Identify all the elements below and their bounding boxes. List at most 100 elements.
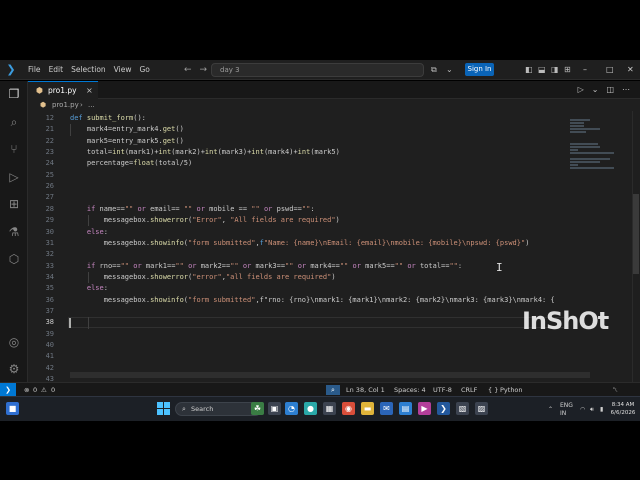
menu-view[interactable]: View: [110, 60, 136, 80]
menu-selection[interactable]: Selection: [67, 60, 110, 80]
warnings-count[interactable]: 0: [51, 383, 55, 397]
mail-icon[interactable]: ✉: [380, 402, 393, 415]
code-line[interactable]: 22 mark5=entry_mark5.get(): [28, 136, 608, 147]
battery-icon[interactable]: ▮: [600, 397, 603, 421]
close-window-icon[interactable]: ✕: [627, 60, 634, 80]
more-actions-icon[interactable]: ⋯: [622, 81, 630, 99]
volume-icon[interactable]: 🔊︎: [590, 397, 594, 421]
code-line[interactable]: 29 messagebox.showerror("Error", "All fi…: [28, 215, 608, 226]
code-line[interactable]: 23 total=int(mark1)+int(mark2)+int(mark3…: [28, 147, 608, 158]
toggle-secondary-sidebar-icon[interactable]: ◨: [551, 63, 559, 77]
toggle-panel-icon[interactable]: ⬓: [538, 63, 546, 77]
code-line[interactable]: 40: [28, 340, 608, 351]
line-code[interactable]: else:: [70, 227, 108, 238]
sign-in-button[interactable]: Sign In: [465, 63, 494, 76]
customize-layout-icon[interactable]: ⊞: [564, 63, 571, 77]
code-line[interactable]: 28 if name=="" or email== "" or mobile =…: [28, 204, 608, 215]
code-line[interactable]: 25: [28, 170, 608, 181]
errors-count[interactable]: 0: [33, 383, 37, 397]
gear-icon[interactable]: ⚙: [6, 361, 22, 377]
line-code[interactable]: total=int(mark1)+int(mark2)+int(mark3)+i…: [70, 147, 340, 158]
line-code[interactable]: messagebox.showinfo("form submitted",f"N…: [70, 238, 530, 249]
line-code[interactable]: messagebox.showinfo("form submitted",f"r…: [70, 295, 555, 306]
wifi-icon[interactable]: ◠: [580, 397, 585, 421]
code-line[interactable]: 12 def submit_form():: [28, 113, 608, 124]
app-icon[interactable]: ▨: [475, 402, 488, 415]
app-icon[interactable]: ▧: [456, 402, 469, 415]
breadcrumb-ellipsis[interactable]: ...: [88, 99, 95, 111]
code-line[interactable]: 35 else:: [28, 283, 608, 294]
vscode-taskbar-icon[interactable]: ❯: [437, 402, 450, 415]
code-line[interactable]: 33 if rno=="" or mark1=="" or mark2=="" …: [28, 261, 608, 272]
forward-arrow-icon[interactable]: →: [200, 60, 208, 80]
code-line[interactable]: 24 percentage=float(total/5): [28, 158, 608, 169]
code-line[interactable]: 32: [28, 249, 608, 260]
code-line[interactable]: 41: [28, 351, 608, 362]
warning-icon[interactable]: ⚠: [41, 383, 47, 397]
chevron-down-icon[interactable]: ⌄: [446, 63, 453, 77]
toggle-sidebar-icon[interactable]: ◧: [525, 63, 533, 77]
errors-icon[interactable]: ⊗: [24, 383, 29, 397]
code-line[interactable]: 21 mark4=entry_mark4.get(): [28, 124, 608, 135]
code-line[interactable]: 26: [28, 181, 608, 192]
horizontal-scrollbar[interactable]: [70, 372, 590, 378]
line-code[interactable]: percentage=float(total/5): [70, 158, 192, 169]
store-icon[interactable]: ▤: [399, 402, 412, 415]
line-code[interactable]: if name=="" or email== "" or mobile == "…: [70, 204, 315, 215]
line-code[interactable]: else:: [70, 283, 108, 294]
chevron-down-icon[interactable]: ⌄: [592, 81, 599, 99]
line-code[interactable]: def submit_form():: [70, 113, 146, 124]
code-editor[interactable]: 12 def submit_form(): 21 mark4=entry_mark4…: [28, 111, 640, 382]
code-line[interactable]: 39: [28, 329, 608, 340]
tray-chevron-icon[interactable]: ⌃: [548, 397, 553, 421]
chrome-icon[interactable]: ◉: [342, 402, 355, 415]
code-line[interactable]: 36 messagebox.showinfo("form submitted",…: [28, 295, 608, 306]
account-icon[interactable]: ◎: [6, 334, 22, 350]
split-editor-icon[interactable]: ◫: [606, 81, 614, 99]
menu-file[interactable]: File: [24, 60, 45, 80]
code-line[interactable]: 34 messagebox.showerror("error","all fie…: [28, 272, 608, 283]
python-icon[interactable]: ⬡: [6, 251, 22, 267]
braces-icon[interactable]: { }: [488, 383, 498, 397]
widgets-icon[interactable]: ■: [6, 402, 19, 415]
language-indicator[interactable]: ENG IN: [560, 402, 573, 418]
bell-icon[interactable]: ␇: [613, 383, 618, 397]
minimap[interactable]: [564, 111, 632, 382]
line-code[interactable]: messagebox.showerror("error","all fields…: [70, 272, 336, 283]
media-icon[interactable]: ▶: [418, 402, 431, 415]
line-code[interactable]: mark5=entry_mark5.get(): [70, 136, 184, 147]
testing-icon[interactable]: ⚗: [6, 224, 22, 240]
close-tab-icon[interactable]: ×: [86, 82, 93, 100]
cursor-position[interactable]: Ln 38, Col 1: [346, 383, 385, 397]
line-code[interactable]: mark4=entry_mark4.get(): [70, 124, 184, 135]
encoding[interactable]: UTF-8: [433, 383, 452, 397]
back-arrow-icon[interactable]: ←: [184, 60, 192, 80]
run-debug-icon[interactable]: ▷: [6, 169, 22, 185]
maximize-icon[interactable]: □: [606, 60, 614, 80]
line-endings[interactable]: CRLF: [461, 383, 477, 397]
code-line[interactable]: 27: [28, 192, 608, 203]
breadcrumb-file[interactable]: pro1.py: [52, 99, 79, 111]
language-mode[interactable]: Python: [500, 383, 523, 397]
tab-pro1-py[interactable]: ⬢ pro1.py ×: [28, 81, 98, 99]
source-control-icon[interactable]: ⑂: [6, 141, 22, 157]
explorer-icon[interactable]: ❐: [6, 86, 22, 102]
search-icon[interactable]: ⌕: [6, 114, 22, 130]
zoom-search-icon[interactable]: ⌕: [326, 385, 340, 395]
extensions-icon[interactable]: ⊞: [6, 196, 22, 212]
clock[interactable]: 8:34 AM 6/6/2026: [608, 401, 638, 417]
start-button-icon[interactable]: [157, 402, 170, 415]
file-explorer-icon[interactable]: ▬: [361, 402, 374, 415]
edge-icon[interactable]: ●: [304, 402, 317, 415]
command-center[interactable]: day 3: [211, 63, 424, 77]
menu-edit[interactable]: Edit: [45, 60, 68, 80]
minimize-icon[interactable]: –: [583, 60, 587, 80]
code-line[interactable]: 31 messagebox.showinfo("form submitted",…: [28, 238, 608, 249]
vertical-scrollbar-thumb[interactable]: [633, 194, 639, 274]
task-view-icon[interactable]: ▣: [268, 402, 281, 415]
line-code[interactable]: if rno=="" or mark1=="" or mark2=="" or …: [70, 261, 462, 272]
browser-icon[interactable]: ◔: [285, 402, 298, 415]
indentation[interactable]: Spaces: 4: [394, 383, 426, 397]
remote-indicator-icon[interactable]: ❯: [0, 383, 16, 397]
code-line[interactable]: 37: [28, 306, 608, 317]
